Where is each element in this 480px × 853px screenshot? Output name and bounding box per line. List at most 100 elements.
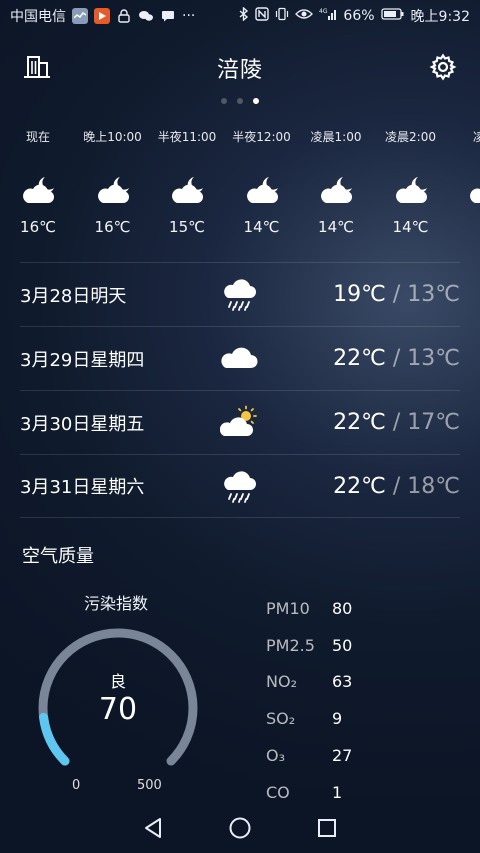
signal-4g-icon: 4G [319, 7, 337, 25]
home-button[interactable] [220, 808, 260, 848]
aqi-gauge: 良 70 0 500 [28, 618, 208, 803]
pollutant-value: 50 [332, 635, 353, 655]
daily-row[interactable]: 3月30日星期五 22℃ / 17℃ [20, 390, 460, 454]
activity-icon [72, 8, 88, 24]
system-nav-bar [0, 803, 480, 853]
message-icon [160, 8, 176, 24]
page-dot-3-active[interactable] [253, 98, 259, 104]
nfc-icon [255, 7, 270, 25]
hour-time: 半夜12:00 [232, 130, 291, 144]
video-app-icon [94, 8, 110, 24]
gauge-text: 良 70 [28, 618, 208, 803]
hourly-row: 现在 16℃ 晚上10:00 16℃ 半夜11:00 15℃ 半夜12:00 14℃ 凌晨1:0… [0, 122, 480, 247]
page-dot-1[interactable] [221, 98, 227, 104]
hour-item: 现在 16℃ [1, 122, 75, 247]
city-title: 涪陵 [216, 58, 263, 83]
more-notifications: ··· [182, 8, 196, 24]
partly-cloudy-night-icon [93, 174, 133, 208]
gauge-max-label: 500 [137, 778, 162, 793]
status-right: 4G 66% 晚上9:32 [239, 6, 470, 26]
day-low: 17℃ [407, 410, 460, 435]
partly-cloudy-night-icon [465, 174, 480, 208]
rain-icon [220, 277, 258, 313]
partly-cloudy-night-icon [167, 174, 207, 208]
hour-temp: 16℃ [94, 218, 131, 236]
battery-percent: 66% [343, 8, 375, 24]
hour-time: 半夜11:00 [157, 130, 217, 144]
gauge-min-label: 0 [72, 778, 81, 793]
partly-cloudy-night-icon [391, 174, 431, 208]
recents-button[interactable] [307, 808, 347, 848]
hour-temp: 14℃ [318, 218, 354, 236]
page-indicator [0, 96, 480, 106]
hour-temp: 16℃ [20, 218, 56, 236]
daily-forecast: 3月28日明天 19℃ / 13℃ 3月29日星期四 22℃ / 13℃ 3月30日星期… [20, 262, 460, 522]
day-label: 3月30日星期五 [20, 413, 145, 435]
pollutant-list: PM10 80 PM2.5 50 NO₂ 63 SO₂ 9 O₃ 27 CO 1 [266, 590, 456, 802]
home-circle-icon [229, 817, 251, 839]
buildings-icon [24, 56, 50, 78]
pollutant-value: 63 [332, 672, 353, 692]
rain-icon [220, 469, 258, 505]
pollutant-name: NO₂ [266, 672, 297, 692]
aqi-value: 70 [98, 692, 138, 727]
temp-separator: / [392, 346, 401, 371]
day-temps: 22℃ / 18℃ [333, 474, 460, 499]
status-left: 中国电信 ··· [10, 6, 195, 26]
pollutant-name: SO₂ [266, 709, 296, 729]
day-low: 13℃ [407, 282, 460, 307]
day-label: 3月28日明天 [20, 285, 127, 307]
hour-item: 凌晨1:00 14℃ [299, 122, 373, 247]
day-low: 13℃ [407, 346, 460, 371]
lock-app-icon [116, 8, 132, 24]
hour-time: 凌晨1:00 [310, 130, 362, 144]
day-high: 22℃ [333, 346, 386, 371]
day-high: 22℃ [333, 473, 386, 499]
eye-comfort-icon [295, 8, 314, 24]
daily-row[interactable]: 3月29日星期四 22℃ / 13℃ [20, 326, 460, 390]
temp-separator: / [392, 473, 401, 499]
day-label: 3月31日星期六 [20, 477, 145, 498]
pollutant-name: O₃ [266, 746, 286, 766]
pollutant-value: 9 [332, 709, 343, 729]
cloud-icon [220, 341, 258, 377]
hour-item: 凌晨1 [448, 122, 480, 247]
carrier-label: 中国电信 [10, 9, 66, 25]
battery-icon [380, 8, 405, 24]
back-triangle-icon [145, 818, 162, 838]
pollutant-value: 80 [332, 598, 353, 618]
hour-time: 凌晨 [472, 130, 480, 144]
gear-icon [429, 53, 457, 81]
daily-row[interactable]: 3月28日明天 19℃ / 13℃ [20, 262, 460, 326]
wechat-icon [138, 8, 154, 24]
temp-separator: / [392, 282, 401, 307]
daily-row[interactable]: 3月31日星期六 22℃ / 18℃ [20, 454, 460, 518]
pollutant-row: O₃ 27 [266, 737, 456, 774]
hour-temp: 14℃ [392, 218, 429, 236]
pollutant-row: PM2.5 50 [266, 627, 456, 664]
status-time: 晚上9:32 [410, 9, 470, 25]
hour-item: 晚上10:00 16℃ [76, 122, 150, 247]
settings-button[interactable] [426, 50, 460, 84]
pollutant-value: 1 [332, 782, 343, 802]
pollutant-row: SO₂ 9 [266, 700, 456, 737]
pollutant-value: 27 [332, 746, 353, 766]
partly-cloudy-night-icon [18, 174, 58, 208]
bluetooth-icon [239, 6, 249, 25]
hour-temp: 15℃ [169, 218, 205, 236]
day-temps: 22℃ / 13℃ [333, 346, 460, 371]
city-list-button[interactable] [20, 50, 54, 84]
page-dot-2[interactable] [237, 98, 243, 104]
day-high: 22℃ [333, 410, 386, 435]
day-temps: 22℃ / 17℃ [333, 410, 460, 435]
hourly-forecast[interactable]: 现在 16℃ 晚上10:00 16℃ 半夜11:00 15℃ 半夜12:00 14℃ 凌晨1:0… [0, 122, 480, 247]
day-high: 19℃ [333, 282, 386, 307]
pollutant-name: PM10 [266, 598, 310, 618]
hour-item: 凌晨2:00 14℃ [374, 122, 448, 247]
aqi-level: 良 [109, 672, 126, 691]
back-button[interactable] [133, 808, 173, 848]
pollutant-row: NO₂ 63 [266, 664, 456, 701]
hour-time: 凌晨2:00 [385, 130, 436, 144]
svg-text:4G: 4G [319, 8, 328, 15]
day-low: 18℃ [407, 473, 460, 499]
